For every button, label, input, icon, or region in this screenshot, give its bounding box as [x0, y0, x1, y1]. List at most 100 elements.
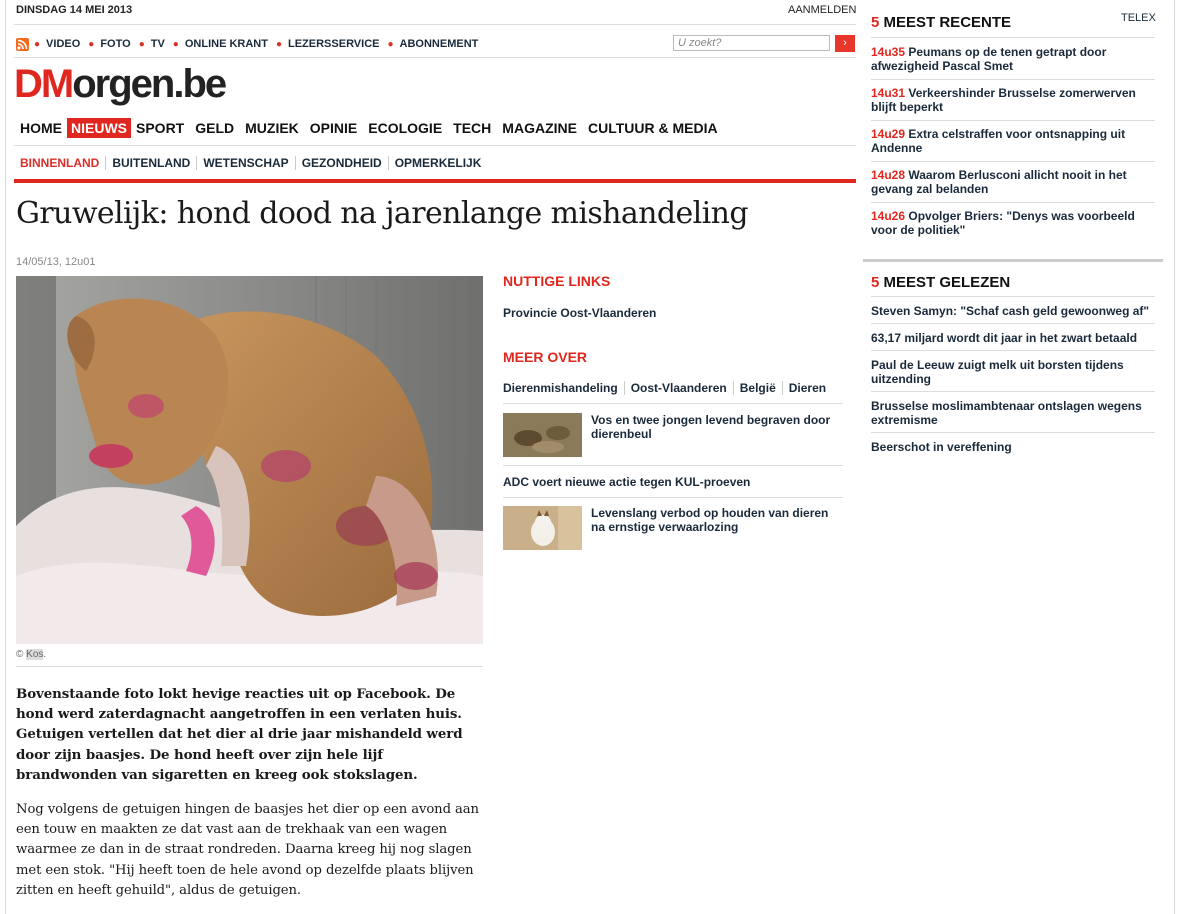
news-time: 14u28 — [871, 168, 906, 182]
subnav-opmerkelijk[interactable]: OPMERKELIJK — [389, 156, 488, 170]
related-divider — [503, 465, 843, 466]
util-link-abonnement[interactable]: ● ABONNEMENT — [388, 38, 479, 50]
gelezen-divider — [871, 296, 1155, 297]
bullet-icon: ● — [34, 38, 41, 50]
site-logo[interactable]: DMorgen.be — [14, 62, 227, 106]
nav-magazine[interactable]: MAGAZINE — [498, 118, 581, 138]
logo-text: orgen.be — [72, 62, 227, 106]
tag-link[interactable]: Oost-Vlaanderen — [625, 381, 734, 395]
topbar-divider — [14, 24, 856, 25]
search-input[interactable]: U zoekt? — [673, 35, 830, 51]
bullet-icon: ● — [172, 38, 179, 50]
nav-home[interactable]: HOME — [16, 118, 66, 138]
most-read-item[interactable]: Steven Samyn: "Schaf cash geld gewoonweg… — [871, 304, 1153, 318]
recent-news-item[interactable]: 14u26 Opvolger Briers: "Denys was voorbe… — [871, 209, 1153, 237]
sub-nav: BINNENLAND BUITENLAND WETENSCHAP GEZONDH… — [16, 156, 487, 170]
news-text: Verkeershinder Brusselse zomerwerven bli… — [871, 86, 1136, 114]
article-timestamp: 14/05/13, 12u01 — [16, 256, 96, 268]
rss-icon[interactable] — [16, 38, 29, 51]
news-text: Extra celstraffen voor ontsnapping uit A… — [871, 127, 1126, 155]
search-button[interactable]: › — [835, 35, 855, 52]
mainnav-divider — [14, 145, 856, 146]
related-article-link[interactable]: Vos en twee jongen levend begraven door … — [591, 413, 843, 441]
util-link-online-krant[interactable]: ● ONLINE KRANT — [173, 38, 268, 50]
photo-credit: © Kos. — [16, 649, 46, 660]
util-link-label: VIDEO — [46, 38, 81, 50]
heading-text: MEEST RECENTE — [879, 14, 1012, 31]
meer-over-heading: MEER OVER — [503, 349, 588, 365]
nav-nieuws[interactable]: NIEUWS — [67, 118, 131, 138]
recent-divider — [871, 120, 1155, 121]
most-read-item[interactable]: Beerschot in vereffening — [871, 440, 1153, 454]
logo-dm: DM — [14, 62, 74, 106]
subnav-binnenland[interactable]: BINNENLAND — [16, 156, 107, 170]
article-headline: Gruwelijk: hond dood na jarenlange misha… — [16, 196, 749, 231]
subnav-gezondheid[interactable]: GEZONDHEID — [296, 156, 389, 170]
nav-tech[interactable]: TECH — [449, 118, 495, 138]
bullet-icon: ● — [387, 38, 394, 50]
login-link[interactable]: AANMELDEN — [788, 4, 856, 16]
news-time: 14u26 — [871, 209, 906, 223]
recent-divider — [871, 79, 1155, 80]
news-text: Opvolger Briers: "Denys was voorbeeld vo… — [871, 209, 1135, 237]
news-time: 14u35 — [871, 45, 906, 59]
nav-cultuur-media[interactable]: CULTUUR & MEDIA — [584, 118, 722, 138]
util-link-label: ONLINE KRANT — [184, 38, 268, 50]
related-article-link[interactable]: Levenslang verbod op houden van dieren n… — [591, 506, 843, 534]
gelezen-divider — [871, 350, 1155, 351]
news-time: 14u29 — [871, 127, 906, 141]
util-link-label: FOTO — [100, 38, 131, 50]
recent-divider — [871, 161, 1155, 162]
tag-list: Dierenmishandeling Oost-Vlaanderen Belgi… — [503, 381, 832, 395]
meest-recente-heading: 5 MEEST RECENTE — [871, 14, 1011, 31]
recent-news-item[interactable]: 14u28 Waarom Berlusconi allicht nooit in… — [871, 168, 1153, 196]
bullet-icon: ● — [275, 38, 282, 50]
meest-gelezen-heading: 5 MEEST GELEZEN — [871, 274, 1010, 291]
credit-prefix: © — [16, 649, 27, 660]
most-read-item[interactable]: Paul de Leeuw zuigt melk uit borsten tij… — [871, 358, 1153, 386]
nuttige-link[interactable]: Provincie Oost-Vlaanderen — [503, 306, 656, 320]
most-read-item[interactable]: 63,17 miljard wordt dit jaar in het zwar… — [871, 331, 1153, 345]
gelezen-divider — [871, 432, 1155, 433]
gelezen-divider — [871, 391, 1155, 392]
telex-link[interactable]: TELEX — [1121, 12, 1156, 24]
nav-sport[interactable]: SPORT — [132, 118, 188, 138]
nav-opinie[interactable]: OPINIE — [306, 118, 361, 138]
current-date: DINSDAG 14 MEI 2013 — [16, 4, 133, 16]
util-link-label: TV — [150, 38, 165, 50]
nav-ecologie[interactable]: ECOLOGIE — [364, 118, 446, 138]
news-text: Peumans op de tenen getrapt door afwezig… — [871, 45, 1107, 73]
news-time: 14u31 — [871, 86, 906, 100]
related-thumbnail[interactable] — [503, 506, 582, 550]
related-thumbnail[interactable] — [503, 413, 582, 457]
related-article-link[interactable]: ADC voert nieuwe actie tegen KUL-proeven — [503, 475, 750, 489]
article-photo — [16, 276, 483, 644]
article-body: Nog volgens de getuigen hingen de baasje… — [16, 802, 479, 898]
related-divider — [503, 403, 843, 404]
util-link-tv[interactable]: ● TV — [139, 38, 165, 50]
most-read-item[interactable]: Brusselse moslimambtenaar ontslagen wege… — [871, 399, 1153, 427]
util-link-foto[interactable]: ● FOTO — [88, 38, 130, 50]
heading-text: MEEST GELEZEN — [879, 274, 1011, 291]
nav-geld[interactable]: GELD — [191, 118, 238, 138]
news-text: Waarom Berlusconi allicht nooit in het g… — [871, 168, 1127, 196]
credit-suffix: . — [43, 649, 47, 660]
subnav-wetenschap[interactable]: WETENSCHAP — [197, 156, 296, 170]
recent-news-item[interactable]: 14u29 Extra celstraffen voor ontsnapping… — [871, 127, 1153, 155]
nav-muziek[interactable]: MUZIEK — [241, 118, 303, 138]
tag-link[interactable]: Dierenmishandeling — [503, 381, 625, 395]
main-nav: HOME NIEUWS SPORT GELD MUZIEK OPINIE ECO… — [16, 118, 733, 138]
nuttige-links-heading: NUTTIGE LINKS — [503, 273, 611, 289]
tag-link[interactable]: België — [734, 381, 783, 395]
util-link-lezersservice[interactable]: ● LEZERSSERVICE — [276, 38, 380, 50]
util-link-label: ABONNEMENT — [399, 38, 479, 50]
gutter-line-right — [1174, 0, 1175, 914]
tag-link[interactable]: Dieren — [783, 381, 832, 395]
utility-nav: ● VIDEO ● FOTO ● TV ● ONLINE KRANT ● LEZERSSE… — [34, 38, 486, 50]
util-link-video[interactable]: ● VIDEO — [34, 38, 80, 50]
photo-divider — [16, 666, 483, 667]
recent-news-item[interactable]: 14u35 Peumans op de tenen getrapt door a… — [871, 45, 1153, 73]
subnav-buitenland[interactable]: BUITENLAND — [106, 156, 198, 170]
section-red-bar — [14, 179, 856, 183]
recent-news-item[interactable]: 14u31 Verkeershinder Brusselse zomerwerv… — [871, 86, 1153, 114]
